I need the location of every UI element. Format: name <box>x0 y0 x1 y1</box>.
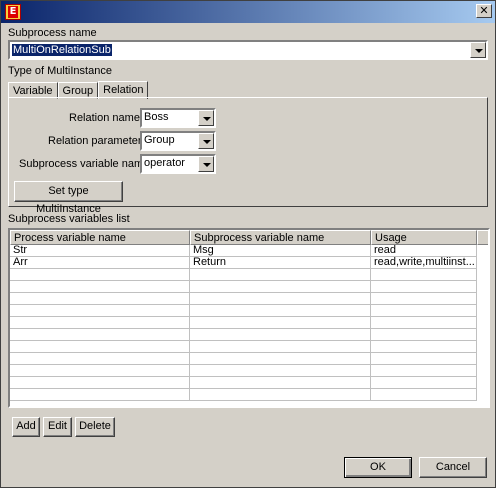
subprocess-variables-table[interactable]: Process variable name Subprocess variabl… <box>8 228 490 408</box>
subprocess-variables-label: Subprocess variables list <box>8 213 130 225</box>
table-row[interactable] <box>10 269 488 281</box>
cell-usage <box>371 353 477 365</box>
column-header-usage[interactable]: Usage <box>371 230 477 245</box>
relation-panel: Relation name: Boss Relation parameter: … <box>8 97 488 215</box>
subprocess-variable-value: operator <box>144 157 185 169</box>
table-row[interactable] <box>10 317 488 329</box>
relation-name-combo[interactable]: Boss <box>140 108 216 128</box>
cell-subprocess-variable <box>190 305 371 317</box>
cell-process-variable <box>10 377 190 389</box>
ok-button[interactable]: OK <box>344 457 412 478</box>
relation-name-value: Boss <box>144 111 169 123</box>
table-row[interactable] <box>10 329 488 341</box>
table-row[interactable] <box>10 353 488 365</box>
table-row[interactable]: Str Msg read <box>10 245 488 257</box>
cell-usage: read <box>371 245 477 257</box>
cell-subprocess-variable <box>190 281 371 293</box>
cell-process-variable <box>10 329 190 341</box>
column-header-filler <box>477 230 488 245</box>
cell-process-variable <box>10 365 190 377</box>
subprocess-variable-label: Subprocess variable name: <box>19 158 153 170</box>
cell-subprocess-variable <box>190 317 371 329</box>
subprocess-name-combo[interactable]: MultiOnRelationSub <box>8 40 488 60</box>
cell-subprocess-variable <box>190 341 371 353</box>
table-row[interactable] <box>10 305 488 317</box>
cell-subprocess-variable <box>190 353 371 365</box>
table-row[interactable] <box>10 389 488 401</box>
subprocess-name-value: MultiOnRelationSub <box>12 44 112 56</box>
table-row[interactable]: Arr Return read,write,multiinst... <box>10 257 488 269</box>
delete-button[interactable]: Delete <box>75 417 115 437</box>
cell-subprocess-variable <box>190 293 371 305</box>
column-header-subprocess-variable[interactable]: Subprocess variable name <box>190 230 371 245</box>
table-row[interactable] <box>10 293 488 305</box>
close-button[interactable]: ✕ <box>476 4 492 18</box>
cell-process-variable <box>10 269 190 281</box>
column-header-process-variable[interactable]: Process variable name <box>10 230 190 245</box>
cell-subprocess-variable <box>190 377 371 389</box>
dialog-window: E ✕ Subprocess name MultiOnRelationSub T… <box>0 0 496 488</box>
subprocess-name-label: Subprocess name <box>8 27 97 39</box>
cell-usage <box>371 317 477 329</box>
cell-process-variable <box>10 281 190 293</box>
cell-process-variable <box>10 317 190 329</box>
app-icon-glyph: E <box>8 6 18 18</box>
relation-parameter-value: Group <box>144 134 175 146</box>
multiinstance-group-label: Type of MultiInstance <box>8 65 112 77</box>
cell-usage <box>371 377 477 389</box>
add-button[interactable]: Add <box>12 417 40 437</box>
edit-button[interactable]: Edit <box>43 417 72 437</box>
cell-usage <box>371 269 477 281</box>
subprocess-variable-combo[interactable]: operator <box>140 154 216 174</box>
cell-process-variable: Str <box>10 245 190 257</box>
table-row[interactable] <box>10 377 488 389</box>
relation-parameter-combo[interactable]: Group <box>140 131 216 151</box>
cell-usage: read,write,multiinst... <box>371 257 477 269</box>
relation-name-label: Relation name: <box>69 112 143 124</box>
chevron-down-icon[interactable] <box>198 133 214 149</box>
chevron-down-icon[interactable] <box>198 156 214 172</box>
cell-usage <box>371 389 477 401</box>
chevron-down-icon[interactable] <box>198 110 214 126</box>
cell-process-variable: Arr <box>10 257 190 269</box>
cell-usage <box>371 341 477 353</box>
cell-subprocess-variable <box>190 365 371 377</box>
cell-usage <box>371 281 477 293</box>
app-icon: E <box>5 4 21 20</box>
title-bar[interactable]: E ✕ <box>1 1 495 23</box>
cell-subprocess-variable: Msg <box>190 245 371 257</box>
cell-usage <box>371 293 477 305</box>
cell-process-variable <box>10 305 190 317</box>
cell-subprocess-variable <box>190 329 371 341</box>
cell-subprocess-variable <box>190 389 371 401</box>
relation-parameter-label: Relation parameter: <box>48 135 145 147</box>
cell-process-variable <box>10 293 190 305</box>
table-header: Process variable name Subprocess variabl… <box>10 230 488 245</box>
cell-subprocess-variable <box>190 269 371 281</box>
chevron-down-icon[interactable] <box>470 42 486 58</box>
cell-process-variable <box>10 353 190 365</box>
set-type-multiinstance-button[interactable]: Set type MultiInstance <box>14 181 123 215</box>
cell-usage <box>371 305 477 317</box>
cancel-button[interactable]: Cancel <box>419 457 487 478</box>
cell-usage <box>371 365 477 377</box>
table-row[interactable] <box>10 365 488 377</box>
cell-subprocess-variable: Return <box>190 257 371 269</box>
cell-usage <box>371 329 477 341</box>
cell-process-variable <box>10 341 190 353</box>
table-row[interactable] <box>10 341 488 353</box>
cell-process-variable <box>10 389 190 401</box>
table-row[interactable] <box>10 281 488 293</box>
